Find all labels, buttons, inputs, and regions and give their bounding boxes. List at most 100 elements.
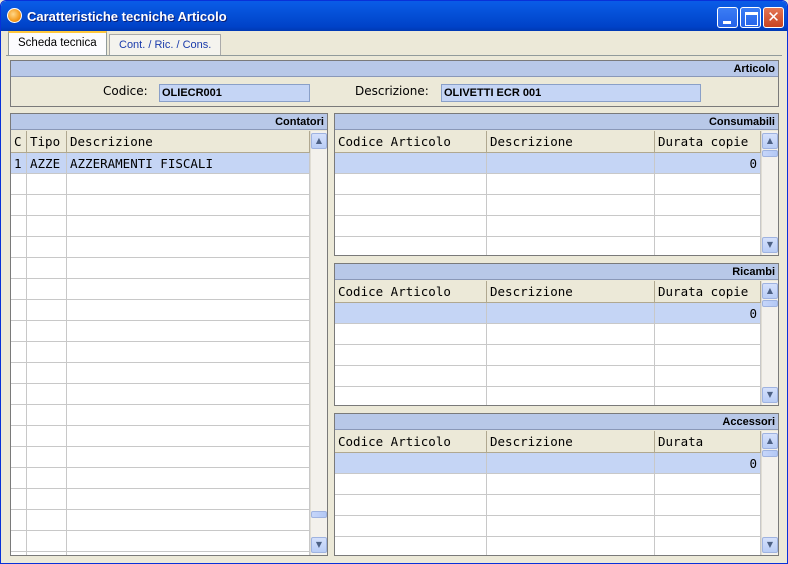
scroll-thumb[interactable] [762, 450, 778, 457]
accessori-col-header[interactable]: Descrizione [487, 431, 655, 453]
contatori-cell[interactable] [27, 363, 67, 384]
ricambi-cell[interactable] [487, 324, 655, 345]
ricambi-cell[interactable] [655, 366, 761, 387]
minimize-button[interactable] [717, 7, 738, 28]
consumabili-cell[interactable] [487, 174, 655, 195]
title-bar[interactable]: Caratteristiche tecniche Articolo ✕ [1, 1, 787, 31]
consumabili-grid[interactable]: Codice Articolo Descrizione Durata copie 0 [335, 131, 761, 255]
contatori-cell[interactable] [67, 195, 310, 216]
contatori-col-header[interactable]: Descrizione [67, 131, 310, 153]
consumabili-cell[interactable] [335, 153, 487, 174]
contatori-col-header[interactable]: C [11, 131, 27, 153]
scroll-thumb[interactable] [311, 511, 327, 518]
contatori-scrollbar[interactable]: ▲ ▼ [310, 131, 327, 555]
contatori-cell[interactable] [27, 552, 67, 555]
contatori-cell[interactable] [11, 510, 27, 531]
contatori-cell[interactable] [67, 279, 310, 300]
contatori-cell[interactable] [11, 216, 27, 237]
contatori-cell[interactable] [11, 447, 27, 468]
contatori-cell[interactable] [11, 279, 27, 300]
consumabili-cell[interactable] [487, 195, 655, 216]
consumabili-col-header[interactable]: Descrizione [487, 131, 655, 153]
accessori-cell[interactable] [335, 516, 487, 537]
codice-field[interactable]: OLIECR001 [159, 84, 310, 102]
contatori-cell[interactable] [67, 216, 310, 237]
contatori-cell[interactable] [67, 426, 310, 447]
contatori-cell[interactable] [11, 237, 27, 258]
accessori-col-header[interactable]: Durata [655, 431, 761, 453]
contatori-cell[interactable] [11, 531, 27, 552]
scroll-down-icon[interactable]: ▼ [311, 537, 327, 553]
ricambi-cell[interactable] [655, 324, 761, 345]
contatori-cell[interactable] [67, 300, 310, 321]
consumabili-col-header[interactable]: Durata copie [655, 131, 761, 153]
contatori-cell[interactable] [11, 342, 27, 363]
contatori-cell[interactable] [11, 174, 27, 195]
consumabili-col-header[interactable]: Codice Articolo [335, 131, 487, 153]
contatori-cell[interactable] [27, 531, 67, 552]
accessori-cell[interactable] [335, 537, 487, 555]
contatori-cell[interactable]: AZZERAMENTI FISCALI [67, 153, 310, 174]
consumabili-scrollbar[interactable]: ▲ ▼ [761, 131, 778, 255]
contatori-cell[interactable] [11, 552, 27, 555]
tab-scheda-tecnica[interactable]: Scheda tecnica [8, 31, 107, 55]
ricambi-cell[interactable]: 0 [655, 303, 761, 324]
contatori-cell[interactable] [67, 405, 310, 426]
ricambi-cell[interactable] [335, 303, 487, 324]
scroll-up-icon[interactable]: ▲ [311, 133, 327, 149]
accessori-cell[interactable] [655, 474, 761, 495]
scroll-thumb[interactable] [762, 300, 778, 307]
contatori-cell[interactable] [67, 384, 310, 405]
contatori-cell[interactable] [11, 405, 27, 426]
ricambi-cell[interactable] [487, 366, 655, 387]
close-button[interactable]: ✕ [763, 7, 784, 28]
contatori-cell[interactable] [27, 384, 67, 405]
contatori-cell[interactable] [11, 195, 27, 216]
accessori-cell[interactable] [335, 495, 487, 516]
contatori-cell[interactable] [27, 342, 67, 363]
contatori-grid[interactable]: C Tipo Descrizione 1 AZZE AZZERAMENTI FISCALI [11, 131, 310, 555]
consumabili-cell[interactable] [655, 237, 761, 255]
consumabili-cell[interactable] [335, 216, 487, 237]
contatori-cell[interactable] [67, 510, 310, 531]
accessori-cell[interactable] [655, 537, 761, 555]
contatori-cell[interactable] [27, 447, 67, 468]
contatori-cell[interactable] [27, 279, 67, 300]
contatori-cell[interactable] [67, 174, 310, 195]
contatori-cell[interactable] [67, 321, 310, 342]
ricambi-cell[interactable] [335, 387, 487, 405]
ricambi-cell[interactable] [335, 324, 487, 345]
contatori-cell[interactable] [27, 510, 67, 531]
contatori-cell[interactable] [27, 216, 67, 237]
accessori-cell[interactable] [487, 516, 655, 537]
contatori-cell[interactable] [11, 489, 27, 510]
ricambi-cell[interactable] [655, 387, 761, 405]
tab-cont-ric-cons[interactable]: Cont. / Ric. / Cons. [109, 34, 222, 56]
contatori-cell[interactable] [27, 468, 67, 489]
ricambi-col-header[interactable]: Descrizione [487, 281, 655, 303]
consumabili-cell[interactable] [655, 174, 761, 195]
contatori-cell[interactable] [67, 552, 310, 555]
contatori-cell[interactable] [11, 258, 27, 279]
accessori-cell[interactable] [487, 495, 655, 516]
contatori-cell[interactable] [27, 195, 67, 216]
contatori-col-header[interactable]: Tipo [27, 131, 67, 153]
consumabili-cell[interactable] [335, 237, 487, 255]
scroll-up-icon[interactable]: ▲ [762, 133, 778, 149]
consumabili-cell[interactable] [487, 153, 655, 174]
ricambi-cell[interactable] [655, 345, 761, 366]
accessori-scrollbar[interactable]: ▲ ▼ [761, 431, 778, 555]
accessori-col-header[interactable]: Codice Articolo [335, 431, 487, 453]
contatori-cell[interactable] [27, 489, 67, 510]
ricambi-cell[interactable] [487, 345, 655, 366]
ricambi-scrollbar[interactable]: ▲ ▼ [761, 281, 778, 405]
consumabili-cell[interactable] [487, 237, 655, 255]
scroll-down-icon[interactable]: ▼ [762, 237, 778, 253]
contatori-cell[interactable] [67, 531, 310, 552]
contatori-cell[interactable] [27, 174, 67, 195]
ricambi-cell[interactable] [335, 345, 487, 366]
descrizione-field[interactable]: OLIVETTI ECR 001 [441, 84, 701, 102]
contatori-cell[interactable] [11, 426, 27, 447]
contatori-cell[interactable] [67, 342, 310, 363]
contatori-cell[interactable] [27, 258, 67, 279]
